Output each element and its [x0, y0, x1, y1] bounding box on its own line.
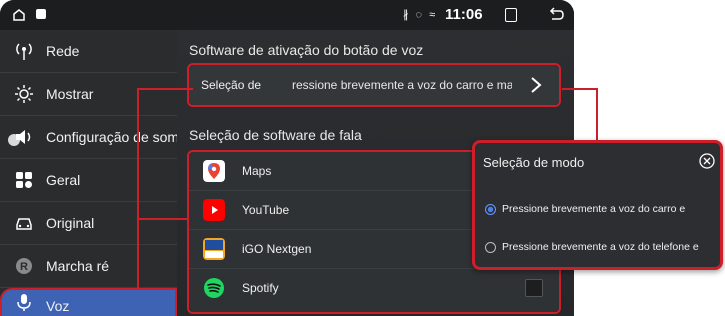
sidebar-item-original[interactable]: Original [0, 202, 177, 245]
status-icons: ∦ ◌ ≈ [403, 9, 438, 21]
annotation-line [562, 88, 598, 90]
sidebar-item-marcha-re[interactable]: R Marcha ré [0, 245, 177, 288]
close-icon[interactable] [699, 153, 715, 169]
sidebar-item-voz[interactable]: Voz [0, 288, 177, 316]
sidebar-item-label: Configuração de som [46, 129, 180, 145]
annotation-line [137, 218, 189, 220]
annotation-line [137, 88, 139, 290]
sidebar-item-label: Voz [46, 298, 70, 314]
radio-selected[interactable] [485, 203, 496, 215]
sidebar-item-label: Original [46, 215, 95, 231]
annotation-highlight [187, 63, 561, 107]
status-bar: ∦ ◌ ≈ 11:06 [0, 0, 574, 30]
brightness-icon [15, 85, 33, 103]
back-icon[interactable] [548, 6, 564, 22]
svg-text:R: R [20, 261, 28, 273]
grid-icon [16, 172, 32, 188]
notification-icon [36, 9, 46, 19]
annotation-line [137, 88, 193, 90]
section-title-voice-button: Software de ativação do botão de voz [189, 42, 424, 58]
annotation-line [596, 88, 598, 141]
dialog-option-car[interactable]: Pressione brevemente a voz do carro e [485, 203, 685, 215]
sidebar-item-label: Mostrar [46, 86, 94, 102]
section-title-speech-software: Seleção de software de fala [189, 127, 362, 143]
microphone-icon [17, 294, 31, 311]
recent-apps-icon[interactable] [505, 8, 517, 22]
mode-selection-dialog: Seleção de modo Pressione brevemente a v… [472, 140, 723, 270]
reverse-r-icon: R [16, 258, 32, 274]
speaker-icon [16, 130, 31, 144]
clock: 11:06 [445, 6, 483, 23]
option-label: Pressione brevemente a voz do carro e [502, 203, 686, 216]
sidebar-item-label: Rede [46, 43, 80, 59]
sidebar-item-geral[interactable]: Geral [0, 159, 177, 202]
sidebar-item-rede[interactable]: Rede [0, 30, 177, 73]
dialog-title: Seleção de modo [483, 155, 585, 170]
sidebar-item-mostrar[interactable]: Mostrar [0, 73, 177, 116]
home-icon[interactable] [12, 8, 26, 22]
antenna-icon [16, 43, 32, 60]
sidebar-item-label: Geral [46, 172, 81, 188]
settings-sidebar: Rede Mostrar Configuração de som Geral O… [0, 30, 180, 316]
radio-unselected[interactable] [485, 241, 496, 253]
sidebar-item-som[interactable]: Configuração de som [0, 116, 180, 159]
dialog-option-phone[interactable]: Pressione brevemente a voz do telefone e [485, 241, 699, 253]
sidebar-item-label: Marcha ré [46, 258, 110, 274]
car-icon [16, 218, 32, 230]
option-label: Pressione brevemente a voz do telefone e [502, 241, 699, 254]
